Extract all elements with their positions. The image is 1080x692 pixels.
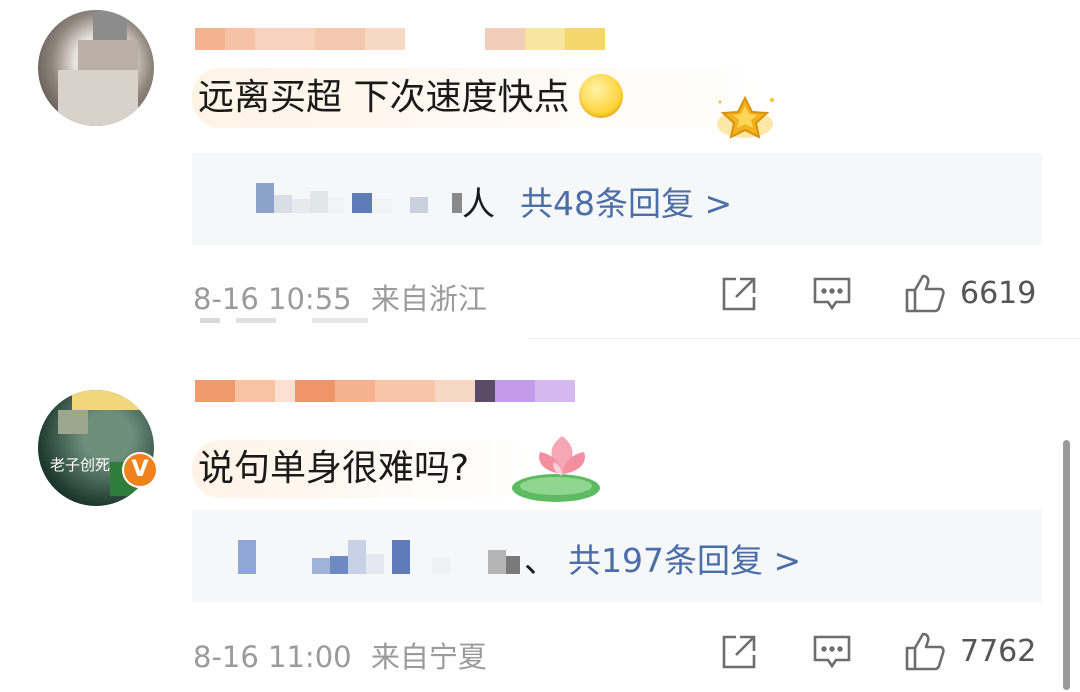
comment-icon bbox=[813, 635, 851, 669]
avatar[interactable]: 老子创死 bbox=[38, 390, 154, 506]
scrollbar[interactable] bbox=[1063, 440, 1070, 690]
share-icon bbox=[722, 277, 756, 311]
like-button[interactable]: 7762 bbox=[904, 630, 1036, 672]
like-icon bbox=[905, 632, 945, 671]
gold-star-badge-icon bbox=[712, 92, 782, 142]
comment-button[interactable] bbox=[812, 276, 852, 312]
comment-date: 8-16 10:55 bbox=[193, 282, 352, 316]
reply-preview-box[interactable]: 人 共48条回复 > bbox=[192, 153, 1042, 245]
username-blurred[interactable] bbox=[195, 28, 605, 50]
view-replies-link[interactable]: 共197条回复 > bbox=[568, 534, 801, 582]
avatar[interactable] bbox=[38, 10, 154, 126]
like-button[interactable]: 6619 bbox=[904, 272, 1036, 314]
comment-text: 远离买超 下次速度快点 bbox=[192, 68, 764, 128]
comment-text-content: 远离买超 下次速度快点 bbox=[198, 77, 570, 118]
comment-item: 远离买超 下次速度快点 人 共48条回复 > 8-16 10:55 来自浙江 6… bbox=[0, 0, 1080, 340]
share-button[interactable] bbox=[720, 275, 758, 313]
comment-text-content: 说句单身很难吗? bbox=[198, 448, 470, 489]
comment-item: 老子创死 V 说句单身很难吗? 、 共197条回复 > 8-16 11:00 来… bbox=[0, 340, 1080, 692]
view-replies-link[interactable]: 共48条回复 > bbox=[520, 177, 732, 225]
verified-badge-text: V bbox=[131, 457, 149, 482]
comment-location: 来自宁夏 bbox=[370, 640, 487, 674]
reply-users-suffix: 人 bbox=[462, 184, 495, 223]
comment-meta: 8-16 11:00 来自宁夏 bbox=[193, 634, 487, 676]
reply-users-suffix: 、 bbox=[524, 541, 557, 580]
comment-meta: 8-16 10:55 来自浙江 bbox=[193, 276, 487, 318]
like-count: 6619 bbox=[960, 275, 1037, 311]
reply-users-blurred bbox=[256, 183, 462, 213]
share-button[interactable] bbox=[720, 633, 758, 671]
comment-icon bbox=[813, 277, 851, 311]
comment-date: 8-16 11:00 bbox=[193, 640, 352, 674]
verified-badge-icon: V bbox=[122, 452, 158, 488]
divider bbox=[528, 338, 1080, 339]
share-icon bbox=[722, 635, 756, 669]
comment-button[interactable] bbox=[812, 634, 852, 670]
username-blurred[interactable] bbox=[195, 380, 575, 402]
avatar-text: 老子创死 bbox=[50, 456, 111, 474]
like-icon bbox=[905, 274, 945, 313]
comment-text: 说句单身很难吗? bbox=[192, 440, 534, 498]
lotus-sticker-icon bbox=[510, 430, 610, 505]
smile-emoji-icon bbox=[579, 74, 624, 118]
blurred-strip bbox=[200, 318, 368, 323]
reply-preview-box[interactable]: 、 共197条回复 > bbox=[192, 510, 1042, 602]
comment-location: 来自浙江 bbox=[370, 282, 487, 316]
like-count: 7762 bbox=[960, 633, 1037, 669]
reply-users-blurred bbox=[238, 540, 520, 574]
